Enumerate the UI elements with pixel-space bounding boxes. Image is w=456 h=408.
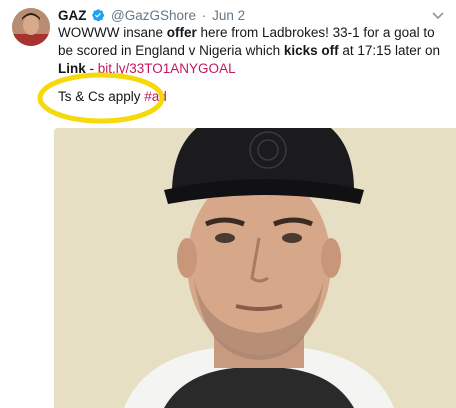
author-handle[interactable]: @GazGShore [111, 8, 196, 23]
photo-image [54, 128, 456, 408]
chevron-down-icon[interactable] [430, 9, 446, 23]
tweet-text: WOWWW insane offer here from Ladbrokes! … [58, 24, 450, 78]
terms-line: Ts & Cs apply #ad [58, 88, 167, 106]
tweet-text-part: at 17:15 later on [338, 43, 440, 58]
tweet-text-bold: kicks off [283, 43, 339, 58]
author-name[interactable]: GAZ [58, 8, 87, 23]
promo-link[interactable]: bit.ly/33TO1ANYGOAL [98, 61, 236, 76]
tweet-text-part: WOWWW insane [58, 25, 167, 40]
link-separator: - [85, 61, 98, 76]
tweet-date[interactable]: Jun 2 [212, 8, 245, 23]
tweet-card: GAZ @GazGShore · Jun 2 WOWWW insane offe… [0, 0, 456, 408]
separator-dot: · [201, 8, 207, 23]
tweet-text-bold: offer [166, 25, 197, 40]
avatar-image [12, 8, 50, 46]
terms-text: Ts & Cs apply [58, 89, 145, 104]
tweet-photo[interactable] [54, 128, 456, 408]
avatar[interactable] [12, 8, 50, 46]
hashtag-ad[interactable]: #ad [144, 89, 167, 104]
link-label: Link [58, 61, 86, 76]
